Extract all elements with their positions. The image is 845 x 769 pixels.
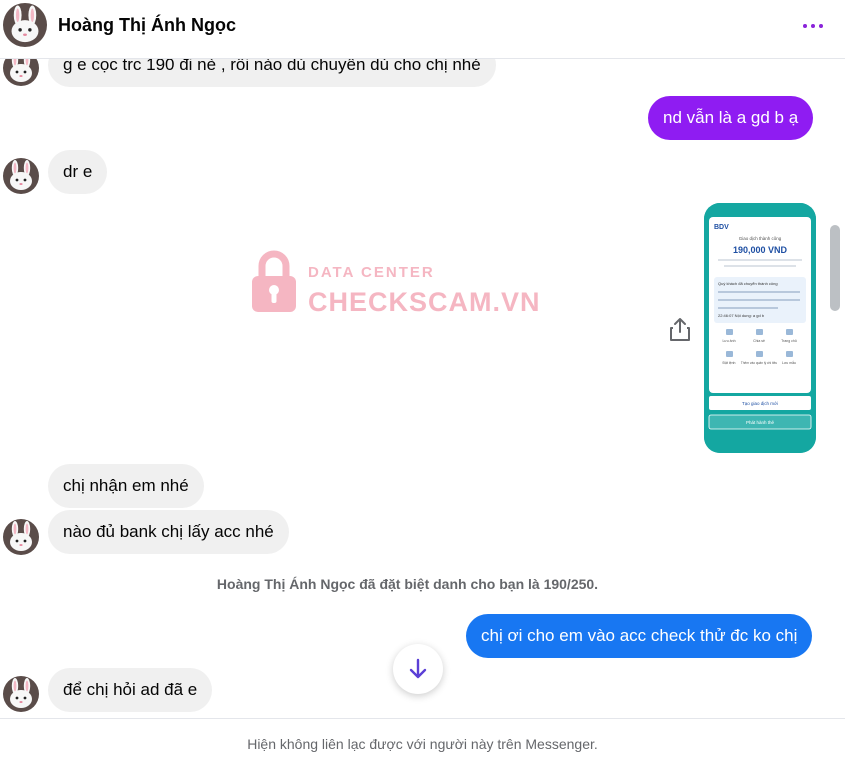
receipt-image: BDV Giao dịch thành công 190,000 VND Quý… bbox=[704, 203, 816, 453]
avatar bbox=[3, 676, 39, 712]
avatar bbox=[3, 519, 39, 555]
contact-name[interactable]: Hoàng Thị Ánh Ngọc bbox=[58, 15, 236, 36]
bank-logo: BDV bbox=[714, 224, 729, 231]
scroll-to-bottom-button[interactable] bbox=[393, 644, 443, 694]
chat-header: Hoàng Thị Ánh Ngọc bbox=[0, 0, 845, 59]
action-label: Lưu ảnh bbox=[722, 339, 735, 343]
unavailable-notice: Hiện không liên lạc được với người này t… bbox=[0, 718, 845, 767]
arrow-down-icon bbox=[409, 658, 427, 679]
action-label: Lưu mẫu bbox=[782, 360, 796, 365]
receipt-amount: 190,000 VND bbox=[733, 245, 788, 255]
action-label: Thêm vào quản lý chi tiêu bbox=[741, 361, 778, 365]
watermark-line2: CHECKSCAM.VN bbox=[308, 287, 541, 317]
new-transaction-button: Tạo giao dịch mới bbox=[742, 401, 778, 406]
watermark-line1: DATA CENTER bbox=[308, 264, 435, 281]
photo-message-transfer-receipt[interactable]: BDV Giao dịch thành công 190,000 VND Quý… bbox=[704, 203, 816, 453]
message-bubble-outgoing[interactable]: chị ơi cho em vào acc check thử đc ko ch… bbox=[466, 614, 813, 658]
message-bubble-outgoing[interactable]: nd vẫn là a gd b ạ bbox=[648, 96, 814, 140]
contact-avatar[interactable] bbox=[3, 3, 47, 47]
more-options-button[interactable] bbox=[798, 16, 828, 36]
receipt-note-end: 22:46:07 Nội dung: a gd b bbox=[718, 313, 765, 318]
action-label: Đặt lệnh bbox=[722, 361, 735, 365]
nickname-change-notice: Hoàng Thị Ánh Ngọc đã đặt biệt danh cho … bbox=[216, 576, 599, 592]
receipt-note: Quý khách đã chuyển thành công bbox=[718, 281, 778, 286]
watermark: DATA CENTER CHECKSCAM.VN bbox=[250, 250, 541, 317]
lock-icon bbox=[252, 250, 296, 312]
share-icon[interactable] bbox=[668, 316, 692, 342]
message-bubble-incoming[interactable]: chị nhận em nhé bbox=[48, 464, 204, 508]
action-label: Trang chủ bbox=[781, 339, 797, 343]
message-bubble-incoming[interactable]: để chị hỏi ad đã e bbox=[48, 668, 213, 712]
avatar bbox=[3, 158, 39, 194]
scrollbar-thumb[interactable] bbox=[830, 225, 840, 311]
message-bubble-incoming[interactable]: nào đủ bank chị lấy acc nhé bbox=[48, 510, 289, 554]
receipt-title: Giao dịch thành công bbox=[739, 236, 782, 241]
action-label: Chia sẻ bbox=[753, 339, 765, 343]
message-bubble-incoming[interactable]: dr e bbox=[48, 150, 108, 194]
issue-card-button: Phát hành thẻ bbox=[746, 420, 775, 425]
